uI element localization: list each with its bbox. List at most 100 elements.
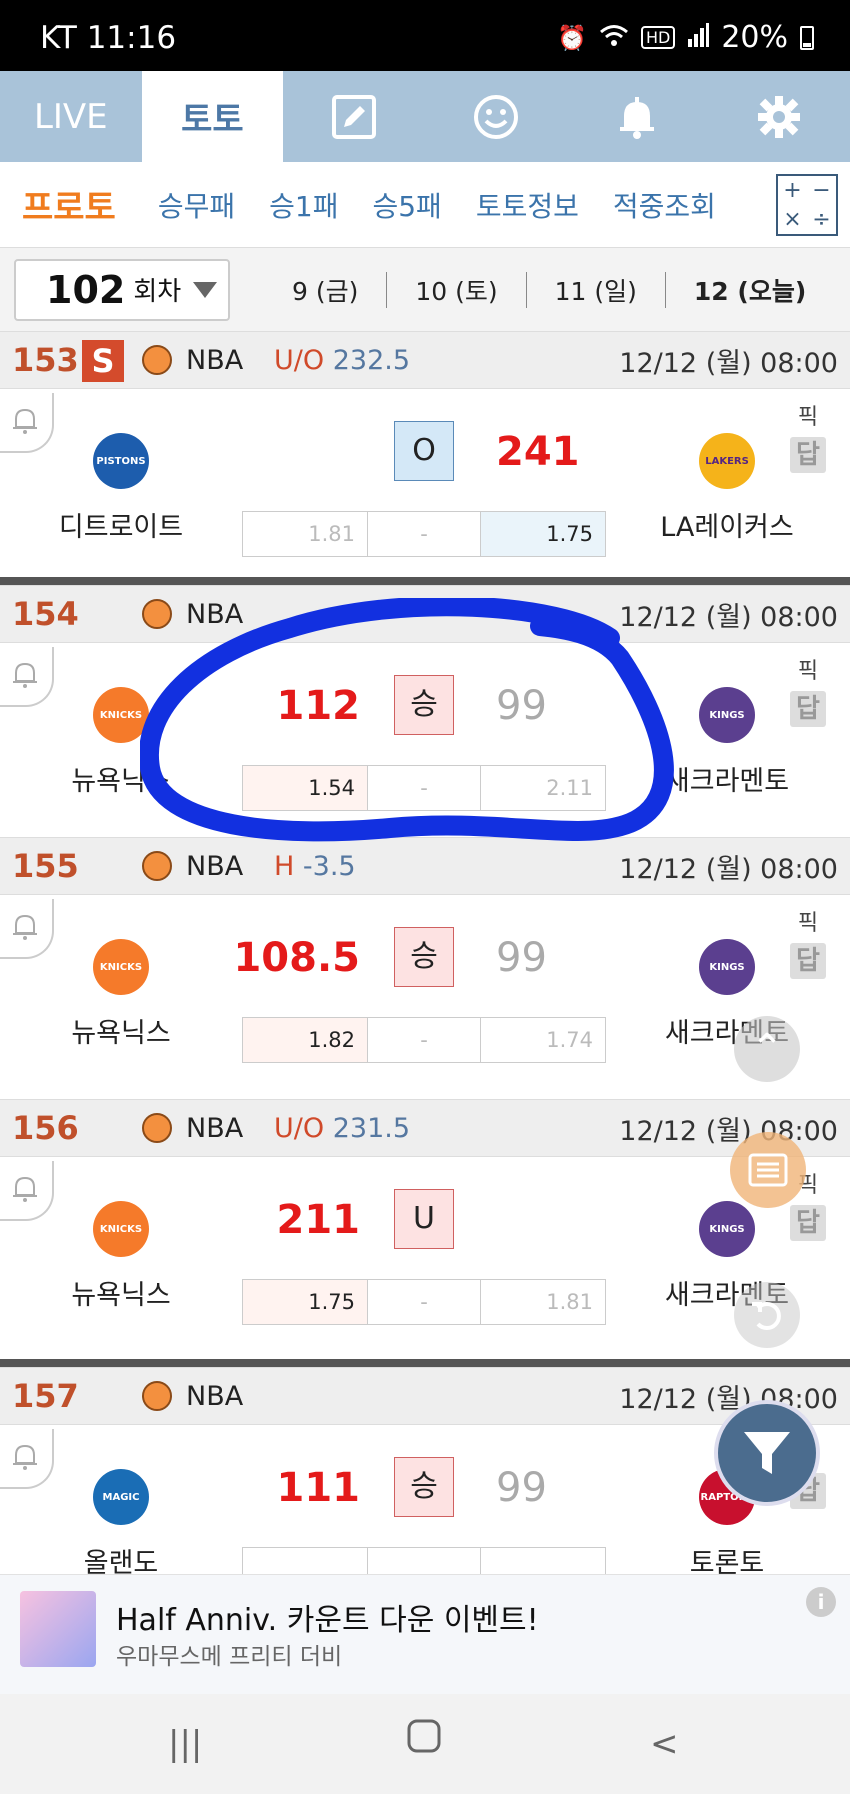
home-team: KNICKS 뉴욕닉스 — [36, 939, 206, 1050]
league-label: NBA — [186, 344, 244, 376]
subnav-win5-lose[interactable]: 승5패 — [372, 185, 441, 225]
tab-toto[interactable]: 토토 — [141, 71, 284, 162]
gear-icon — [757, 95, 800, 138]
game-row: PISTONS 디트로이트 O 241 LAKERS LA레이커스 1.81 -… — [0, 389, 850, 583]
odds-row: 1.82 - 1.74 — [242, 1017, 606, 1063]
league-label: NBA — [186, 850, 244, 882]
tab-live[interactable]: LIVE — [0, 71, 142, 162]
team-logo: KINGS — [699, 687, 755, 743]
odds-away[interactable]: 1.74 — [481, 1018, 605, 1062]
chevron-up-icon: ⌃ — [750, 1026, 784, 1072]
odds-draw[interactable]: - — [368, 766, 481, 810]
pick-control[interactable]: 픽 답 — [786, 653, 830, 727]
answer-button[interactable]: 답 — [790, 1205, 826, 1241]
list-icon — [748, 1153, 788, 1187]
odds-draw[interactable]: - — [368, 1018, 481, 1062]
team-logo: PISTONS — [93, 433, 149, 489]
score-right: 99 — [496, 683, 547, 729]
game-time: 12/12 (월) 08:00 — [619, 1383, 838, 1415]
odds-home[interactable] — [243, 1548, 368, 1574]
team-name: 새크라멘토 — [664, 766, 790, 797]
team-logo: KNICKS — [93, 939, 149, 995]
calculator-button[interactable]: + − × ÷ — [776, 174, 838, 236]
subnav-hit-check[interactable]: 적중조회 — [613, 185, 716, 225]
team-name: 토론토 — [689, 1548, 765, 1574]
date-tab-today[interactable]: 12 (오늘) — [666, 272, 834, 308]
alarm-icon: ⏰ — [557, 23, 587, 52]
date-tabs: 9 (금) 10 (토) 11 (일) 12 (오늘) — [264, 271, 834, 308]
tab-smiley[interactable] — [425, 71, 567, 162]
date-tab[interactable]: 11 (일) — [527, 271, 666, 308]
pick-control[interactable]: 픽 답 — [786, 905, 830, 979]
subnav-proto[interactable]: 프로토 — [22, 180, 116, 229]
scroll-top-button[interactable]: ⌃ — [734, 1016, 800, 1082]
odds-away[interactable]: 2.11 — [481, 766, 605, 810]
odds-home[interactable]: 1.75 — [243, 1280, 368, 1324]
game-header: 154 NBA 12/12 (월) 08:00 — [0, 585, 850, 643]
team-logo: KNICKS — [93, 1201, 149, 1257]
special-badge: S — [82, 340, 124, 382]
pick-control[interactable]: 픽 답 — [786, 399, 830, 473]
odds-draw[interactable]: - — [368, 1280, 481, 1324]
answer-button[interactable]: 답 — [790, 691, 826, 727]
subnav-win-draw-lose[interactable]: 승무패 — [158, 185, 235, 225]
round-bar: 102 회차 9 (금) 10 (토) 11 (일) 12 (오늘) — [0, 248, 850, 331]
top-tab-bar: LIVE 토토 — [0, 71, 850, 162]
basketball-icon — [142, 345, 172, 375]
calc-plus: + — [783, 178, 802, 203]
system-nav-bar: ||| < — [0, 1694, 850, 1794]
score-left: 211 — [276, 1197, 361, 1243]
game-number: 154 — [12, 595, 79, 633]
bell-icon — [13, 408, 37, 434]
basketball-icon — [142, 851, 172, 881]
home-icon[interactable] — [406, 1718, 442, 1763]
list-menu-button[interactable] — [730, 1132, 806, 1208]
subnav-win1-lose[interactable]: 승1패 — [269, 185, 338, 225]
round-select[interactable]: 102 회차 — [14, 258, 230, 321]
smiley-icon — [473, 94, 518, 139]
result-box: O — [394, 421, 454, 481]
subnav-toto-info[interactable]: 토토정보 — [476, 185, 579, 225]
date-tab[interactable]: 9 (금) — [264, 271, 388, 308]
ad-banner[interactable]: Half Anniv. 카운트 다운 이벤트! 우마무스메 프리티 더비 i — [0, 1574, 850, 1694]
score-left: 111 — [276, 1465, 361, 1511]
date-tab[interactable]: 10 (토) — [387, 271, 527, 308]
battery-icon — [800, 25, 814, 50]
refresh-button[interactable] — [734, 1282, 800, 1348]
pick-label: 픽 — [797, 405, 819, 430]
odds-home[interactable]: 1.54 — [243, 766, 368, 810]
recents-icon[interactable]: ||| — [168, 1724, 202, 1764]
info-icon[interactable]: i — [806, 1587, 836, 1617]
back-icon[interactable]: < — [650, 1724, 679, 1764]
tab-write[interactable] — [283, 71, 425, 162]
calc-minus: − — [812, 178, 831, 203]
round-label: 회차 — [133, 277, 182, 307]
game-header: 155 NBA H -3.5 12/12 (월) 08:00 — [0, 837, 850, 895]
result-box: 승 — [394, 675, 454, 735]
wifi-icon — [599, 23, 629, 53]
filter-icon — [744, 1432, 790, 1474]
tab-notifications[interactable] — [566, 71, 708, 162]
odds-draw[interactable] — [368, 1548, 481, 1574]
score-left: 112 — [276, 683, 361, 729]
game-time: 12/12 (월) 08:00 — [619, 347, 838, 379]
odds-row: 1.75 - 1.81 — [242, 1279, 606, 1325]
tab-settings[interactable] — [708, 71, 850, 162]
odds-away[interactable]: 1.75 — [481, 512, 605, 556]
answer-button[interactable]: 답 — [790, 943, 826, 979]
team-logo: MAGIC — [93, 1469, 149, 1525]
odds-draw[interactable]: - — [368, 512, 481, 556]
sub-nav: 프로토 승무패 승1패 승5패 토토정보 적중조회 + − × ÷ — [0, 162, 850, 248]
game-header: 157 NBA 12/12 (월) 08:00 — [0, 1367, 850, 1425]
odds-home[interactable]: 1.81 — [243, 512, 368, 556]
ad-subtitle: 우마무스메 프리티 더비 — [116, 1644, 343, 1670]
score-right: 99 — [496, 1465, 547, 1511]
team-logo: LAKERS — [699, 433, 755, 489]
score-right: 241 — [496, 429, 580, 475]
odds-away[interactable]: 1.81 — [481, 1280, 605, 1324]
answer-button[interactable]: 답 — [790, 437, 826, 473]
filter-button[interactable] — [714, 1400, 820, 1506]
odds-away[interactable] — [481, 1548, 605, 1574]
team-name: LA레이커스 — [660, 512, 794, 543]
odds-home[interactable]: 1.82 — [243, 1018, 368, 1062]
